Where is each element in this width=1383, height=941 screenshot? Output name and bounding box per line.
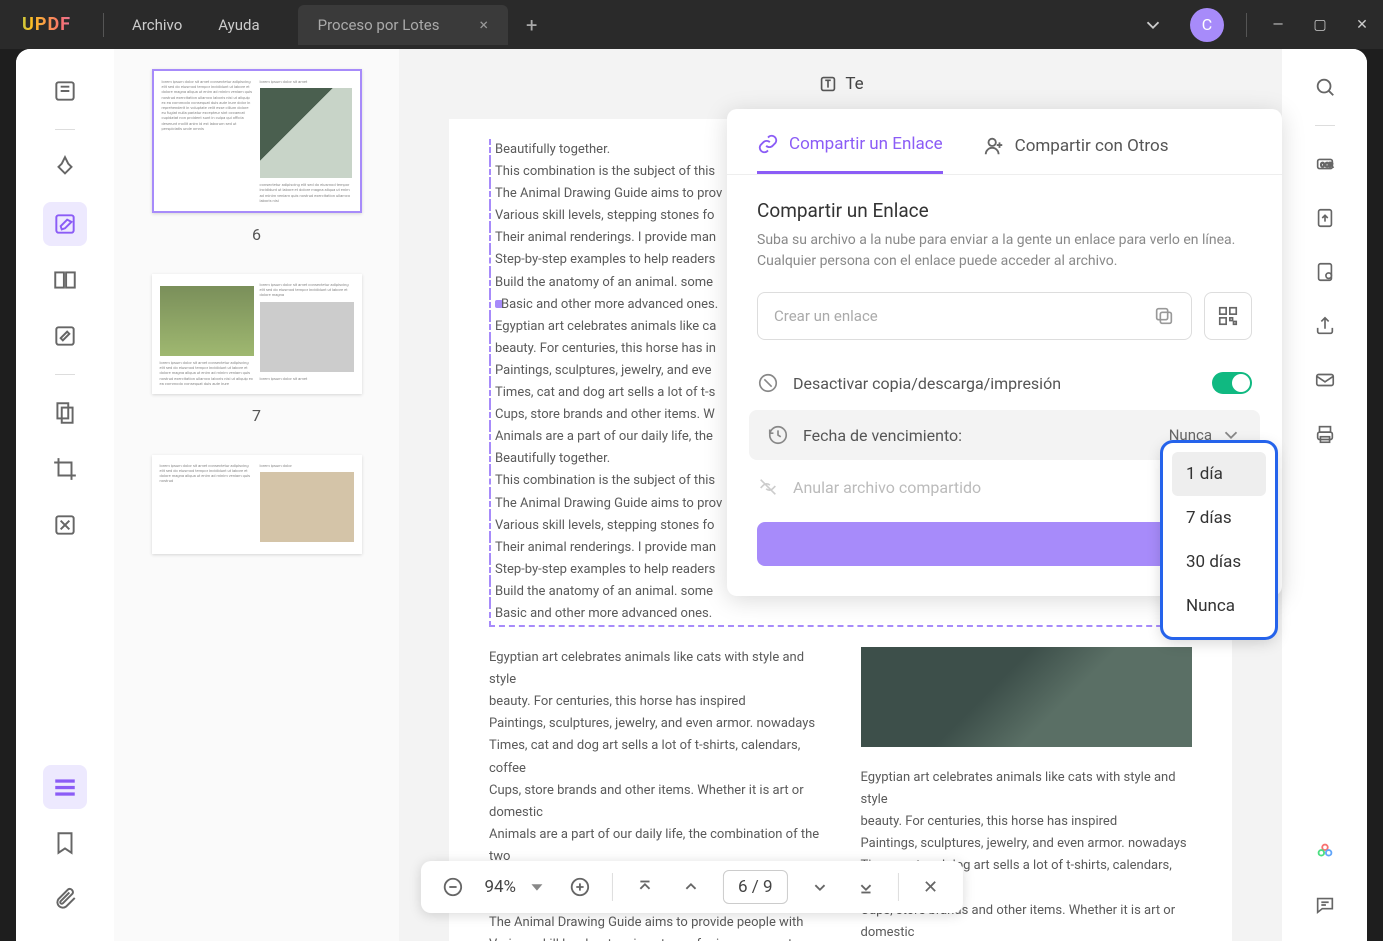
comment-icon[interactable] (1309, 889, 1341, 921)
attachment-icon[interactable] (43, 877, 87, 921)
separator (612, 873, 613, 901)
expiry-value-text: Nunca (1169, 426, 1212, 444)
avatar[interactable]: C (1190, 8, 1224, 42)
toggle-switch[interactable] (1212, 372, 1252, 394)
page-compare-icon[interactable] (43, 258, 87, 302)
redact-icon[interactable] (43, 503, 87, 547)
next-page-icon[interactable] (806, 873, 834, 901)
bookmark-icon[interactable] (43, 821, 87, 865)
option-label: Fecha de vencimiento: (803, 426, 1155, 445)
link-icon (757, 133, 779, 155)
dropdown-icon (526, 876, 548, 898)
tab-label: Compartir un Enlace (789, 134, 943, 154)
option-label: Desactivar copia/descarga/impresión (793, 374, 1198, 393)
crop-icon[interactable] (43, 447, 87, 491)
divider (1246, 13, 1247, 37)
titlebar: UPDF Archivo Ayuda Proceso por Lotes × +… (0, 0, 1383, 49)
history-icon (767, 424, 789, 446)
qr-code-button[interactable] (1204, 292, 1252, 340)
organize-icon[interactable] (43, 391, 87, 435)
user-add-icon (983, 135, 1005, 157)
text-icon[interactable] (817, 73, 839, 95)
ocr-icon[interactable]: OCR (1309, 148, 1341, 180)
main-content: lorem ipsum dolor sit amet consectetur a… (16, 49, 1367, 941)
zoom-in-button[interactable] (566, 873, 594, 901)
updf-flower-icon[interactable] (1309, 835, 1341, 867)
app-logo: UPDF (0, 14, 93, 35)
tab-share-link[interactable]: Compartir un Enlace (757, 133, 943, 174)
thumbnail-page-7[interactable]: lorem ipsum dolor sit amet consectetur a… (152, 274, 362, 394)
disable-copy-row: Desactivar copia/descarga/impresión (727, 360, 1282, 406)
menu-ayuda[interactable]: Ayuda (200, 16, 277, 34)
thumbnail-number: 6 (114, 225, 399, 244)
dropdown-item-7days[interactable]: 7 días (1172, 496, 1266, 540)
toolbar-text-label: Te (845, 74, 863, 94)
share-panel-description: Suba su archivo a la nube para enviar a … (727, 230, 1282, 272)
thumbnail-number: 7 (114, 406, 399, 425)
divider (103, 13, 104, 37)
page-number-input[interactable]: 6 / 9 (723, 870, 788, 904)
minimize-icon[interactable]: — (1257, 17, 1299, 33)
thumbnails-icon[interactable] (43, 765, 87, 809)
share-icon[interactable] (1309, 310, 1341, 342)
search-icon[interactable] (1309, 71, 1341, 103)
first-page-icon[interactable] (631, 873, 659, 901)
separator (55, 374, 75, 375)
thumbnail-page-8[interactable]: lorem ipsum dolor sit amet consectetur a… (152, 455, 362, 554)
left-rail (16, 49, 114, 941)
unlink-icon (757, 476, 779, 498)
add-tab-icon[interactable]: + (526, 13, 537, 37)
highlight-icon[interactable] (43, 146, 87, 190)
dropdown-item-30days[interactable]: 30 días (1172, 540, 1266, 584)
close-bar-icon[interactable]: ✕ (917, 873, 945, 901)
zoom-level[interactable]: 94% (484, 876, 548, 898)
reader-icon[interactable] (43, 69, 87, 113)
last-page-icon[interactable] (852, 873, 880, 901)
document-tab[interactable]: Proceso por Lotes × (298, 5, 508, 45)
prev-page-icon[interactable] (677, 873, 705, 901)
zoom-out-button[interactable] (438, 873, 466, 901)
no-copy-icon (757, 372, 779, 394)
tab-share-others[interactable]: Compartir con Otros (983, 133, 1169, 174)
dropdown-item-never[interactable]: Nunca (1172, 584, 1266, 628)
share-panel-title: Compartir un Enlace (727, 175, 1282, 230)
protect-icon[interactable] (1309, 256, 1341, 288)
separator (55, 129, 75, 130)
menu-archivo[interactable]: Archivo (114, 16, 200, 34)
edit-icon[interactable] (43, 202, 87, 246)
separator (1315, 125, 1335, 126)
email-icon[interactable] (1309, 364, 1341, 396)
qr-icon (1217, 305, 1239, 327)
expiry-dropdown: 1 día 7 días 30 días Nunca (1163, 443, 1275, 637)
print-icon[interactable] (1309, 418, 1341, 450)
document-image (861, 647, 1193, 747)
stamp-icon[interactable] (43, 314, 87, 358)
thumbnail-page-6[interactable]: lorem ipsum dolor sit amet consectetur a… (152, 69, 362, 213)
tab-title: Proceso por Lotes (318, 16, 440, 34)
close-icon[interactable]: × (479, 15, 488, 34)
window-close-icon[interactable]: ✕ (1341, 17, 1383, 33)
separator (898, 873, 899, 901)
thumbnail-strip[interactable]: lorem ipsum dolor sit amet consectetur a… (114, 49, 399, 941)
maximize-icon[interactable]: ▢ (1299, 17, 1341, 33)
share-link-input[interactable]: Crear un enlace (757, 292, 1192, 340)
tab-label: Compartir con Otros (1015, 136, 1169, 156)
svg-text:OCR: OCR (1320, 161, 1333, 169)
convert-icon[interactable] (1309, 202, 1341, 234)
dropdown-item-1day[interactable]: 1 día (1172, 452, 1266, 496)
zoom-bar: 94% 6 / 9 ✕ (420, 861, 962, 913)
copy-icon[interactable] (1153, 305, 1175, 327)
placeholder-text: Crear un enlace (774, 307, 878, 325)
right-rail: OCR (1282, 49, 1367, 941)
chevron-down-icon[interactable] (1142, 14, 1164, 36)
